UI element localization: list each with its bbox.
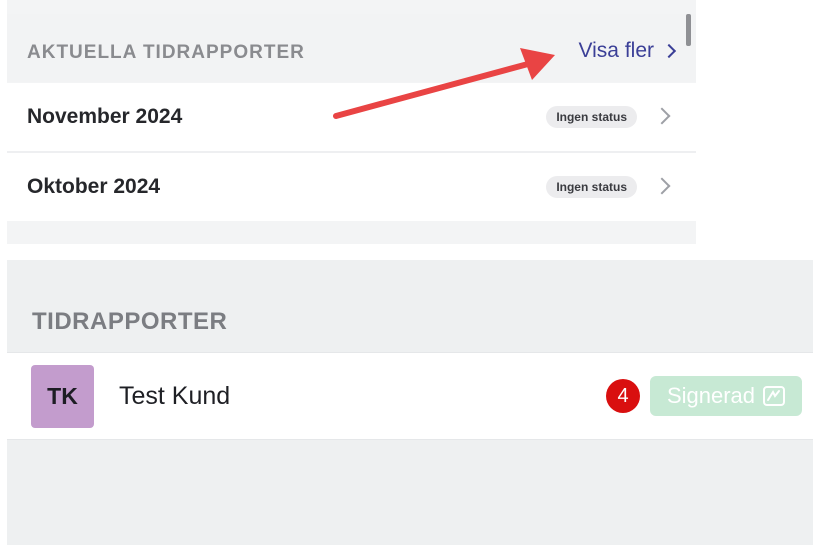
avatar: TK (31, 365, 94, 428)
show-more-label: Visa fler (578, 39, 654, 62)
signature-icon (763, 386, 786, 406)
signed-status-button[interactable]: Signerad (650, 376, 802, 416)
customer-row[interactable]: TK Test Kund 4 Signerad (7, 352, 813, 440)
chevron-right-icon (653, 177, 671, 195)
chevron-right-icon (653, 107, 671, 125)
report-row-november[interactable]: November 2024 Ingen status (7, 83, 696, 151)
scrollbar-thumb[interactable] (686, 14, 691, 46)
reports-title: TIDRAPPORTER (32, 308, 228, 335)
customer-name: Test Kund (119, 382, 231, 410)
count-badge: 4 (606, 379, 640, 413)
show-more-link[interactable]: Visa fler (578, 39, 677, 63)
signed-status-label: Signerad (666, 383, 756, 408)
current-reports-panel: AKTUELLA TIDRAPPORTER Visa fler November… (7, 0, 696, 244)
report-month-label: November 2024 (27, 105, 183, 128)
reports-panel: TIDRAPPORTER TK Test Kund 4 Signerad (7, 260, 813, 545)
status-badge: Ingen status (546, 176, 637, 198)
report-month-label: Oktober 2024 (27, 175, 161, 198)
current-reports-header: AKTUELLA TIDRAPPORTER Visa fler (7, 14, 696, 82)
report-row-october[interactable]: Oktober 2024 Ingen status (7, 153, 696, 221)
current-reports-title: AKTUELLA TIDRAPPORTER (27, 42, 305, 63)
status-badge: Ingen status (546, 106, 637, 128)
chevron-right-icon (661, 43, 677, 59)
